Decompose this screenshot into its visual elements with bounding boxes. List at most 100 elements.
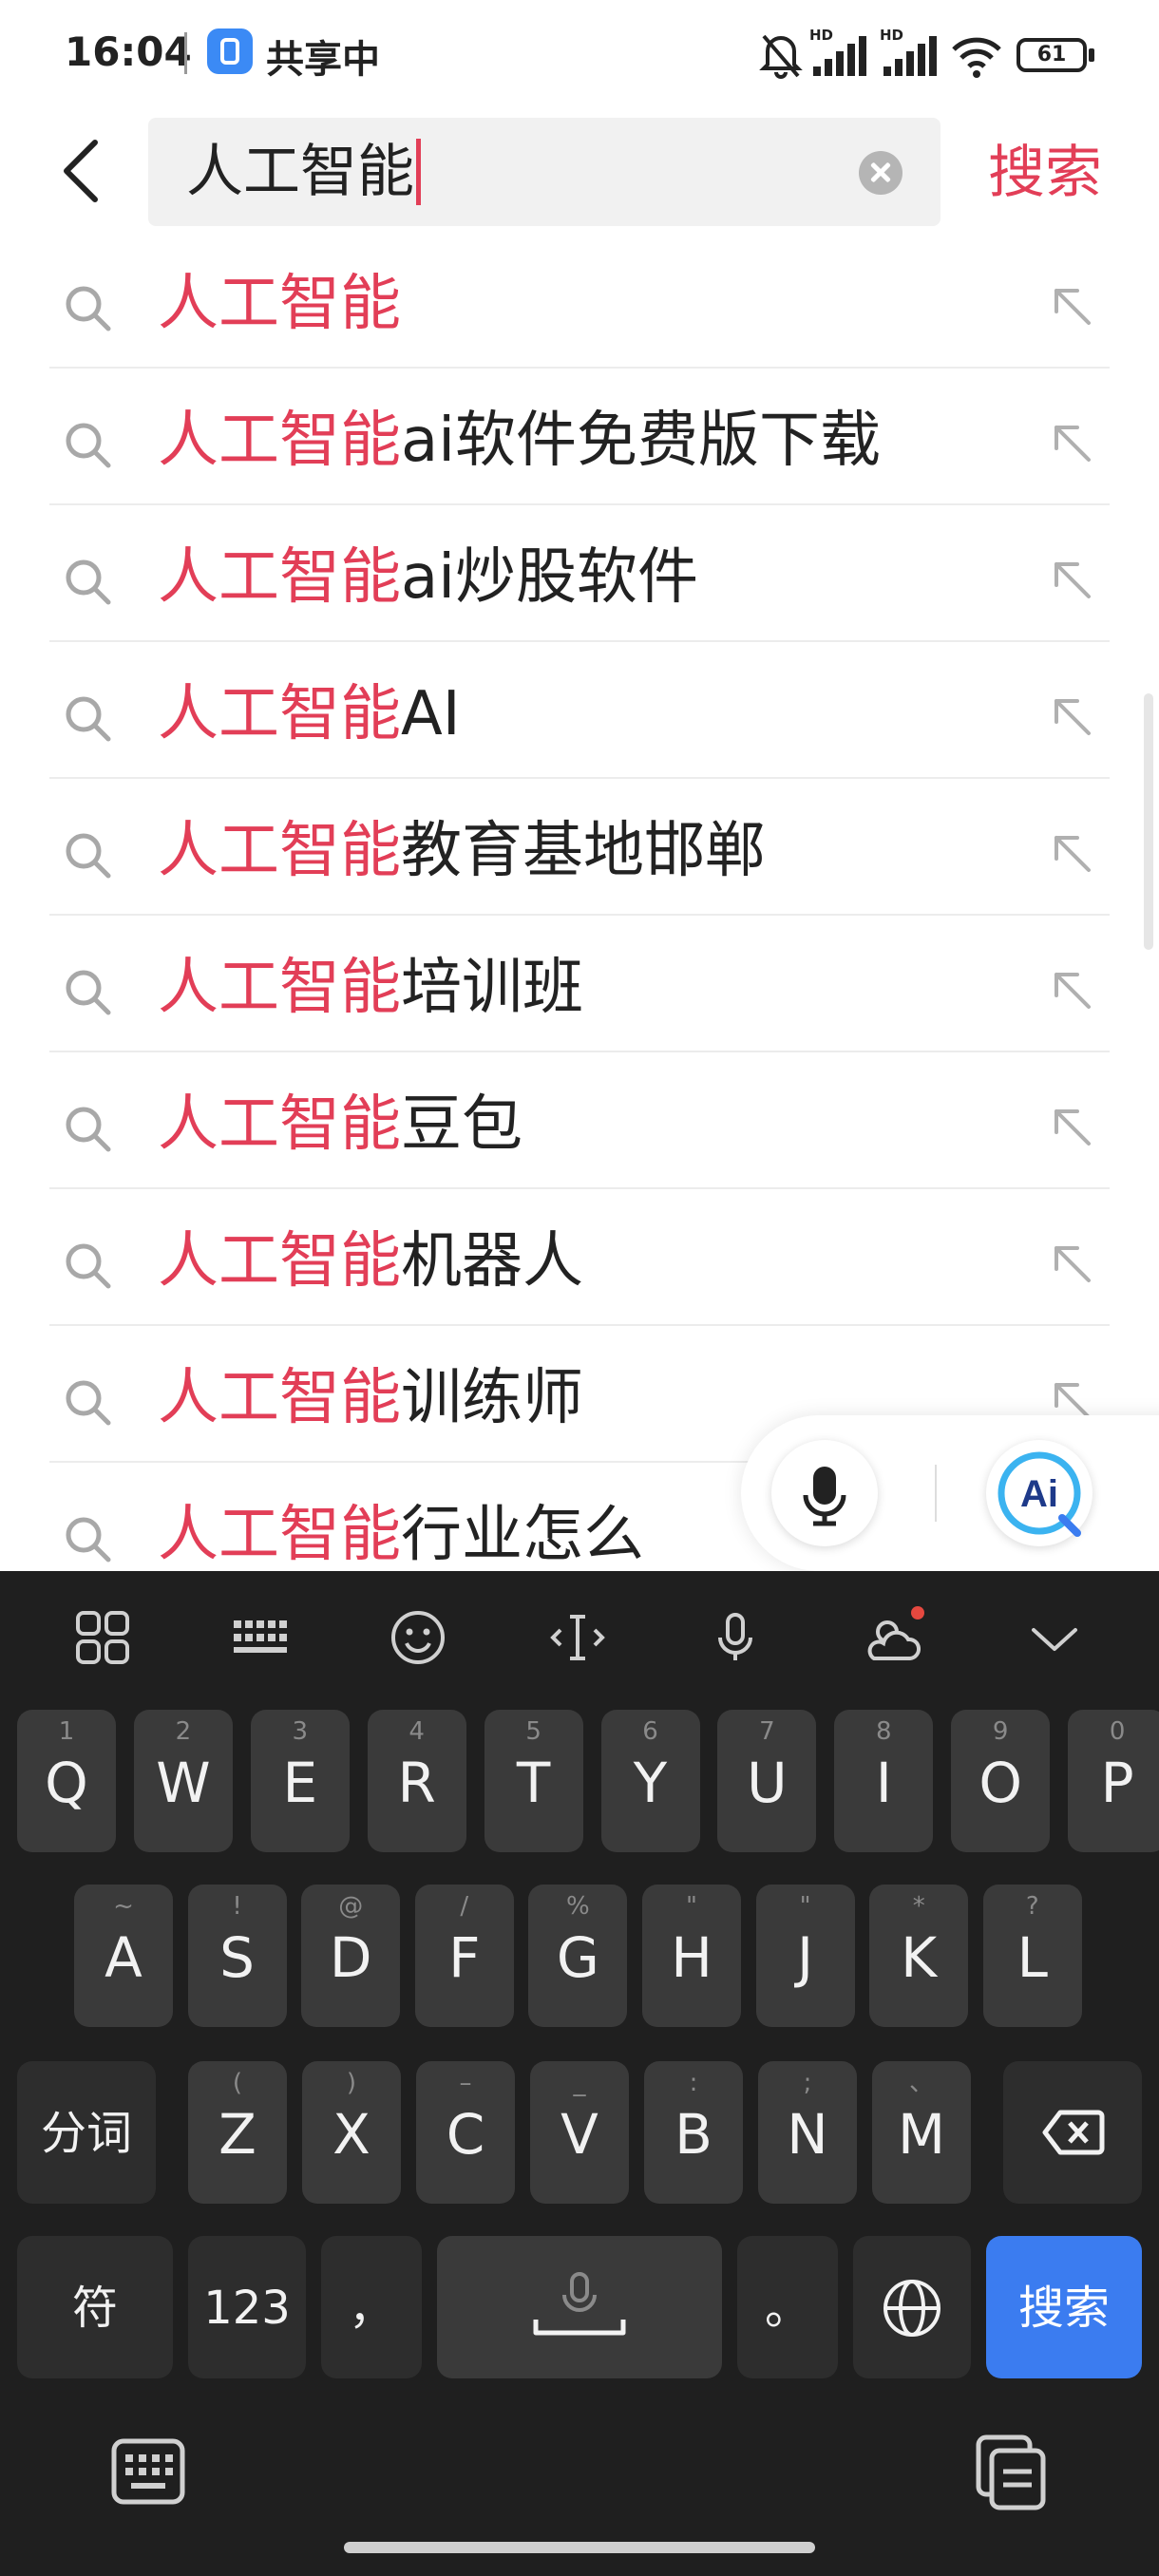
number-key[interactable]: 123 — [188, 2236, 306, 2378]
suggestion-item[interactable]: 人工智能机器人 — [0, 1189, 1159, 1326]
symbol-key[interactable]: 符 — [17, 2236, 173, 2378]
search-icon — [61, 555, 114, 608]
clear-input-icon[interactable] — [859, 151, 902, 195]
enter-search-key[interactable]: 搜索 — [986, 2236, 1142, 2378]
suggestion-text: 人工智能教育基地邯郸 — [158, 815, 766, 887]
clipboard-icon[interactable] — [971, 2432, 1051, 2511]
key-x[interactable]: ) X — [302, 2061, 401, 2204]
key-c[interactable]: – C — [416, 2061, 515, 2204]
mute-bell-icon — [758, 28, 804, 82]
suggestion-highlight: 人工智能 — [158, 816, 401, 886]
home-indicator[interactable] — [344, 2542, 815, 2553]
comma-key[interactable]: ， — [321, 2236, 422, 2378]
key-d[interactable]: @ D — [301, 1885, 401, 2027]
fill-query-arrow-icon[interactable] — [1045, 690, 1098, 743]
search-icon — [61, 281, 114, 334]
key-m[interactable]: 、 M — [872, 2061, 971, 2204]
key-w[interactable]: 2W — [133, 1710, 233, 1852]
suggestion-text: 人工智能AI — [158, 678, 461, 750]
suggestion-text: 人工智能 — [158, 268, 401, 340]
fill-query-arrow-icon[interactable] — [1045, 826, 1098, 880]
key-primary-label: J — [797, 1925, 814, 1990]
suggestion-item[interactable]: 人工智能ai炒股软件 — [0, 505, 1159, 642]
keyboard-switch-icon[interactable] — [108, 2432, 188, 2511]
share-status-label: 共享中 — [266, 38, 380, 82]
key-secondary-label: 5 — [525, 1717, 542, 1746]
key-h[interactable]: " H — [642, 1885, 741, 2027]
suggestion-item[interactable]: 人工智能教育基地邯郸 — [0, 779, 1159, 916]
key-p[interactable]: 0P — [1068, 1710, 1159, 1852]
key-g[interactable]: % G — [528, 1885, 628, 2027]
search-icon — [61, 418, 114, 471]
cursor-move-icon[interactable] — [543, 1603, 612, 1672]
key-secondary-label: – — [459, 2069, 472, 2097]
key-t[interactable]: 5T — [484, 1710, 583, 1852]
voice-input-icon[interactable] — [701, 1603, 770, 1672]
weather-icon[interactable] — [859, 1603, 927, 1672]
collapse-keyboard-icon[interactable] — [1020, 1603, 1089, 1672]
ai-logo-icon: Ai — [998, 1451, 1081, 1537]
key-q[interactable]: 1Q — [17, 1710, 116, 1852]
key-u[interactable]: 7U — [717, 1710, 817, 1852]
search-icon — [61, 1375, 114, 1429]
fill-query-arrow-icon[interactable] — [1045, 553, 1098, 606]
key-l[interactable]: ? L — [982, 1885, 1082, 2027]
emoji-icon[interactable] — [384, 1603, 452, 1672]
key-e[interactable]: 3E — [250, 1710, 350, 1852]
search-input[interactable]: 人工智能 — [148, 118, 940, 226]
key-secondary-label: * — [912, 1892, 925, 1921]
screen-share-icon — [207, 28, 253, 74]
battery-icon: 61 — [1016, 28, 1096, 82]
fill-query-arrow-icon[interactable] — [1045, 963, 1098, 1016]
search-button[interactable]: 搜索 — [988, 135, 1102, 211]
suggestion-item[interactable]: 人工智能AI — [0, 642, 1159, 779]
key-primary-label: R — [397, 1751, 436, 1815]
space-key[interactable] — [437, 2236, 722, 2378]
suggestion-item[interactable]: 人工智能 — [0, 232, 1159, 369]
period-key[interactable]: 。 — [737, 2236, 838, 2378]
key-o[interactable]: 9O — [951, 1710, 1051, 1852]
key-y[interactable]: 6Y — [600, 1710, 700, 1852]
key-a[interactable]: ~ A — [74, 1885, 173, 2027]
key-secondary-label: ( — [232, 2069, 243, 2097]
ai-assistant-button[interactable]: Ai — [986, 1440, 1092, 1546]
search-input-value[interactable]: 人工智能 — [186, 139, 421, 205]
key-primary-label: B — [674, 2102, 712, 2167]
key-i[interactable]: 8I — [834, 1710, 934, 1852]
fill-query-arrow-icon[interactable] — [1045, 416, 1098, 469]
suggestion-rest: AI — [401, 679, 461, 749]
voice-search-button[interactable] — [771, 1440, 878, 1546]
split-word-key[interactable]: 分词 — [17, 2061, 156, 2204]
key-secondary-label: ! — [232, 1892, 242, 1921]
fill-query-arrow-icon[interactable] — [1045, 279, 1098, 332]
fill-query-arrow-icon[interactable] — [1045, 1100, 1098, 1153]
suggestion-item[interactable]: 人工智能豆包 — [0, 1052, 1159, 1189]
key-primary-label: S — [219, 1925, 255, 1990]
suggestion-item[interactable]: 人工智能ai软件免费版下载 — [0, 369, 1159, 505]
back-button[interactable] — [53, 133, 110, 209]
key-b[interactable]: :B — [644, 2061, 743, 2204]
key-v[interactable]: _ V — [530, 2061, 629, 2204]
suggestion-item[interactable]: 人工智能培训班 — [0, 916, 1159, 1052]
key-f[interactable]: / F — [414, 1885, 514, 2027]
keyboard-layout-icon[interactable] — [226, 1603, 294, 1672]
key-k[interactable]: * K — [869, 1885, 969, 2027]
key-s[interactable]: ! S — [187, 1885, 287, 2027]
key-secondary-label: ; — [803, 2069, 812, 2097]
battery-level: 61 — [1016, 38, 1087, 72]
key-j[interactable]: " J — [755, 1885, 855, 2027]
floating-voice-ai-panel: Ai — [741, 1415, 1159, 1571]
key-n[interactable]: ; N — [758, 2061, 857, 2204]
apps-grid-icon[interactable] — [68, 1603, 137, 1672]
key-primary-label: T — [516, 1751, 551, 1815]
text-cursor — [416, 139, 421, 205]
cellular-signal-2-icon: HD — [880, 27, 940, 82]
key-r[interactable]: 4R — [367, 1710, 466, 1852]
language-key[interactable] — [853, 2236, 971, 2378]
backspace-key[interactable] — [1003, 2061, 1142, 2204]
key-secondary-label: 、 — [908, 2069, 934, 2097]
fill-query-arrow-icon[interactable] — [1045, 1237, 1098, 1290]
key-secondary-label: 2 — [175, 1717, 192, 1746]
svg-text:Ai: Ai — [1020, 1473, 1058, 1515]
key-z[interactable]: (Z — [188, 2061, 287, 2204]
